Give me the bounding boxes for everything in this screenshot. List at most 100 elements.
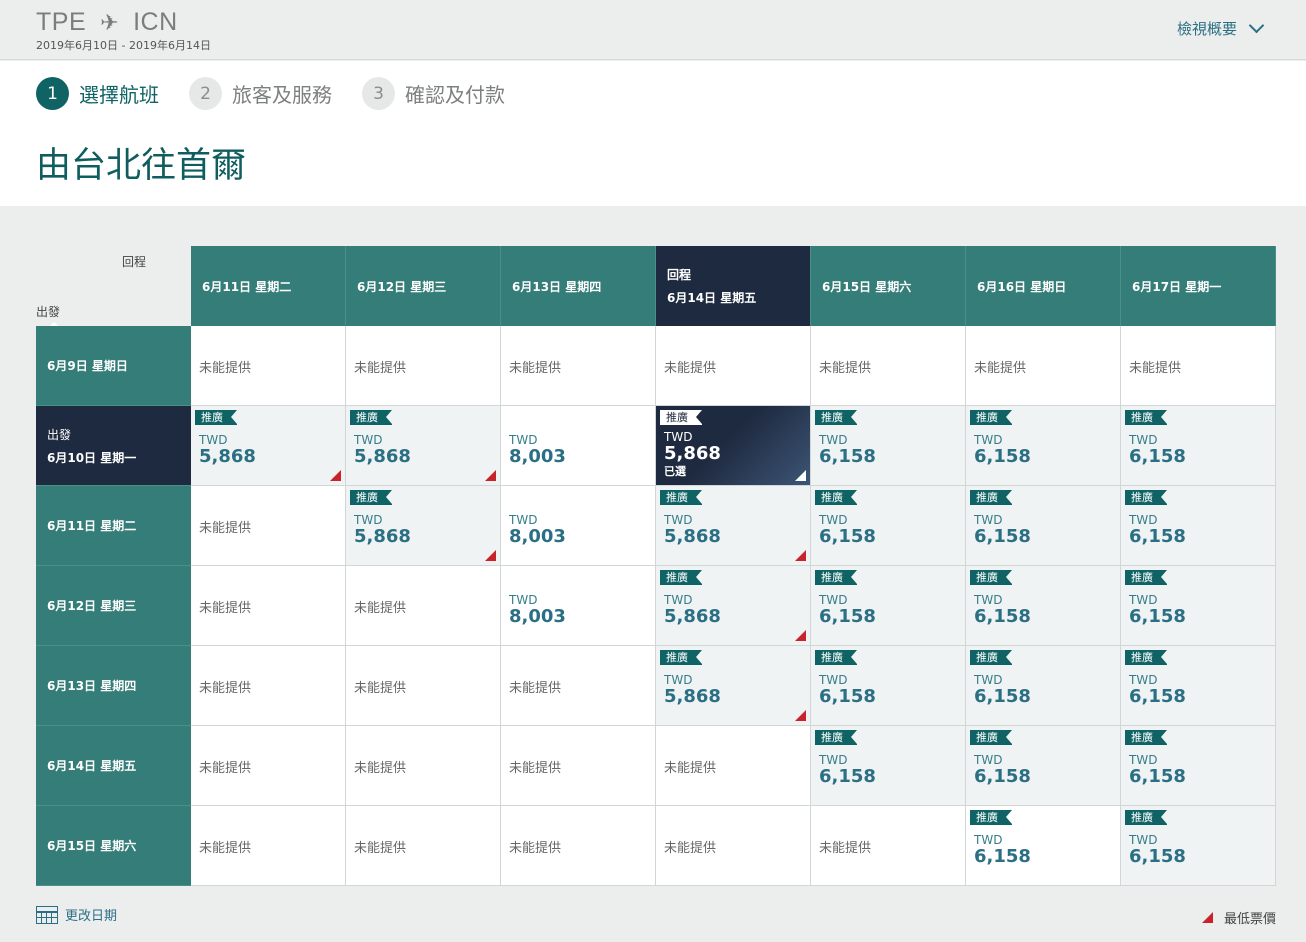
selected-label: 已選 bbox=[664, 465, 686, 478]
fare-cell[interactable]: 推廣 TWD 5,868 bbox=[656, 566, 811, 646]
lowest-fare-legend: 最低票價 bbox=[1201, 908, 1276, 927]
return-date-header[interactable]: 回程 6月14日 星期五 bbox=[656, 246, 811, 326]
fare-price: 6,158 bbox=[1129, 526, 1186, 547]
unavailable-text: 未能提供 bbox=[509, 361, 562, 376]
return-date-header[interactable]: 6月16日 星期日 bbox=[966, 246, 1121, 326]
fare-price: 5,868 bbox=[664, 526, 721, 547]
fare-cell-unavailable: 未能提供 bbox=[501, 726, 656, 806]
depart-date-header[interactable]: 6月13日 星期四 bbox=[36, 646, 191, 726]
fare-cell[interactable]: 推廣 TWD 6,158 bbox=[1121, 486, 1276, 566]
return-date-header[interactable]: 6月13日 星期四 bbox=[501, 246, 656, 326]
fare-cell-selected[interactable]: 推廣 TWD 5,868 已選 bbox=[656, 406, 811, 486]
plane-icon: ✈ bbox=[100, 9, 120, 35]
promo-badge: 推廣 bbox=[1125, 650, 1167, 665]
currency-label: TWD bbox=[664, 430, 693, 444]
fare-price: 6,158 bbox=[819, 686, 876, 707]
depart-date-header[interactable]: 6月15日 星期六 bbox=[36, 806, 191, 886]
promo-badge: 推廣 bbox=[1125, 410, 1167, 425]
return-date-header[interactable]: 6月17日 星期一 bbox=[1121, 246, 1276, 326]
fare-cell-unavailable: 未能提供 bbox=[346, 326, 501, 406]
fare-cell[interactable]: 推廣 TWD 6,158 bbox=[1121, 566, 1276, 646]
fare-price: 8,003 bbox=[509, 446, 566, 467]
fare-cell[interactable]: 推廣 TWD 6,158 bbox=[966, 726, 1121, 806]
currency-label: TWD bbox=[819, 513, 848, 527]
promo-badge: 推廣 bbox=[660, 410, 702, 425]
unavailable-text: 未能提供 bbox=[819, 361, 872, 376]
unavailable-text: 未能提供 bbox=[354, 841, 407, 856]
depart-date-label: 6月13日 星期四 bbox=[47, 679, 137, 693]
return-date-header[interactable]: 6月12日 星期三 bbox=[346, 246, 501, 326]
fare-cell[interactable]: 推廣 TWD 6,158 bbox=[811, 486, 966, 566]
fare-price: 6,158 bbox=[819, 766, 876, 787]
fare-price: 5,868 bbox=[664, 606, 721, 627]
fare-cell[interactable]: 推廣 TWD 6,158 bbox=[1121, 646, 1276, 726]
booking-panel: 1 選擇航班 2 旅客及服務 3 確認及付款 由台北往首爾 bbox=[0, 61, 1306, 206]
depart-date-header[interactable]: 6月12日 星期三 bbox=[36, 566, 191, 646]
return-date-header[interactable]: 6月11日 星期二 bbox=[191, 246, 346, 326]
fare-cell[interactable]: 推廣 TWD 6,158 bbox=[966, 806, 1121, 886]
destination-code: ICN bbox=[133, 8, 178, 36]
fare-cell[interactable]: 推廣 TWD 5,868 bbox=[656, 486, 811, 566]
promo-badge: 推廣 bbox=[1125, 810, 1167, 825]
depart-date-label: 6月12日 星期三 bbox=[47, 599, 137, 613]
origin-code: TPE bbox=[36, 8, 87, 36]
fare-cell[interactable]: 推廣 TWD 6,158 bbox=[811, 566, 966, 646]
fare-cell[interactable]: 推廣 TWD 6,158 bbox=[1121, 726, 1276, 806]
fare-cell-unavailable: 未能提供 bbox=[191, 566, 346, 646]
fare-price: 6,158 bbox=[1129, 606, 1186, 627]
fare-price: 6,158 bbox=[974, 446, 1031, 467]
fare-cell[interactable]: 推廣 TWD 5,868 bbox=[656, 646, 811, 726]
depart-date-header[interactable]: 6月14日 星期五 bbox=[36, 726, 191, 806]
step-payment: 3 確認及付款 bbox=[362, 77, 505, 110]
calendar-icon bbox=[36, 905, 58, 924]
currency-label: TWD bbox=[664, 673, 693, 687]
fare-cell[interactable]: 推廣 TWD 6,158 bbox=[1121, 806, 1276, 886]
unavailable-text: 未能提供 bbox=[509, 681, 562, 696]
fare-cell[interactable]: 推廣 TWD 6,158 bbox=[966, 486, 1121, 566]
depart-date-header[interactable]: 6月11日 星期二 bbox=[36, 486, 191, 566]
fare-cell[interactable]: 推廣 TWD 6,158 bbox=[966, 406, 1121, 486]
depart-date-header[interactable]: 出發 6月10日 星期一 bbox=[36, 406, 191, 486]
return-tag: 回程 bbox=[667, 268, 692, 282]
fare-cell[interactable]: 推廣 TWD 6,158 bbox=[1121, 406, 1276, 486]
fare-cell[interactable]: TWD 8,003 bbox=[501, 566, 656, 646]
currency-label: TWD bbox=[664, 513, 693, 527]
promo-badge: 推廣 bbox=[970, 570, 1012, 585]
promo-badge: 推廣 bbox=[815, 730, 857, 745]
fare-cell[interactable]: 推廣 TWD 5,868 bbox=[346, 486, 501, 566]
change-dates-link[interactable]: 更改日期 bbox=[36, 905, 117, 924]
return-date-header[interactable]: 6月15日 星期六 bbox=[811, 246, 966, 326]
fare-cell[interactable]: TWD 8,003 bbox=[501, 486, 656, 566]
promo-badge: 推廣 bbox=[815, 410, 857, 425]
unavailable-text: 未能提供 bbox=[664, 841, 717, 856]
unavailable-text: 未能提供 bbox=[1129, 361, 1182, 376]
unavailable-text: 未能提供 bbox=[354, 761, 407, 776]
depart-tag: 出發 bbox=[47, 427, 72, 442]
fare-cell[interactable]: 推廣 TWD 5,868 bbox=[346, 406, 501, 486]
fare-cell[interactable]: TWD 8,003 bbox=[501, 406, 656, 486]
promo-badge: 推廣 bbox=[970, 810, 1012, 825]
fare-price: 5,868 bbox=[664, 686, 721, 707]
lowest-fare-marker-icon bbox=[1201, 912, 1213, 923]
currency-label: TWD bbox=[819, 593, 848, 607]
view-summary-button[interactable]: 檢視概要 bbox=[1177, 17, 1265, 39]
promo-badge: 推廣 bbox=[1125, 570, 1167, 585]
fare-cell[interactable]: 推廣 TWD 6,158 bbox=[811, 406, 966, 486]
fare-cell[interactable]: 推廣 TWD 6,158 bbox=[966, 646, 1121, 726]
fare-price: 6,158 bbox=[974, 526, 1031, 547]
fare-cell[interactable]: 推廣 TWD 6,158 bbox=[966, 566, 1121, 646]
promo-badge: 推廣 bbox=[350, 490, 392, 505]
fare-cell-unavailable: 未能提供 bbox=[966, 326, 1121, 406]
unavailable-text: 未能提供 bbox=[199, 601, 252, 616]
fare-cell[interactable]: 推廣 TWD 5,868 bbox=[191, 406, 346, 486]
fare-cell[interactable]: 推廣 TWD 6,158 bbox=[811, 646, 966, 726]
promo-badge: 推廣 bbox=[815, 490, 857, 505]
unavailable-text: 未能提供 bbox=[819, 841, 872, 856]
depart-date-header[interactable]: 6月9日 星期日 bbox=[36, 326, 191, 406]
fare-cell[interactable]: 推廣 TWD 6,158 bbox=[811, 726, 966, 806]
depart-date-label: 6月15日 星期六 bbox=[47, 839, 137, 853]
lowest-fare-marker-icon bbox=[795, 470, 806, 481]
lowest-fare-marker-icon bbox=[795, 710, 806, 721]
trip-dates: 2019年6月10日 - 2019年6月14日 bbox=[36, 39, 211, 52]
return-date-label: 6月14日 星期五 bbox=[667, 291, 757, 305]
